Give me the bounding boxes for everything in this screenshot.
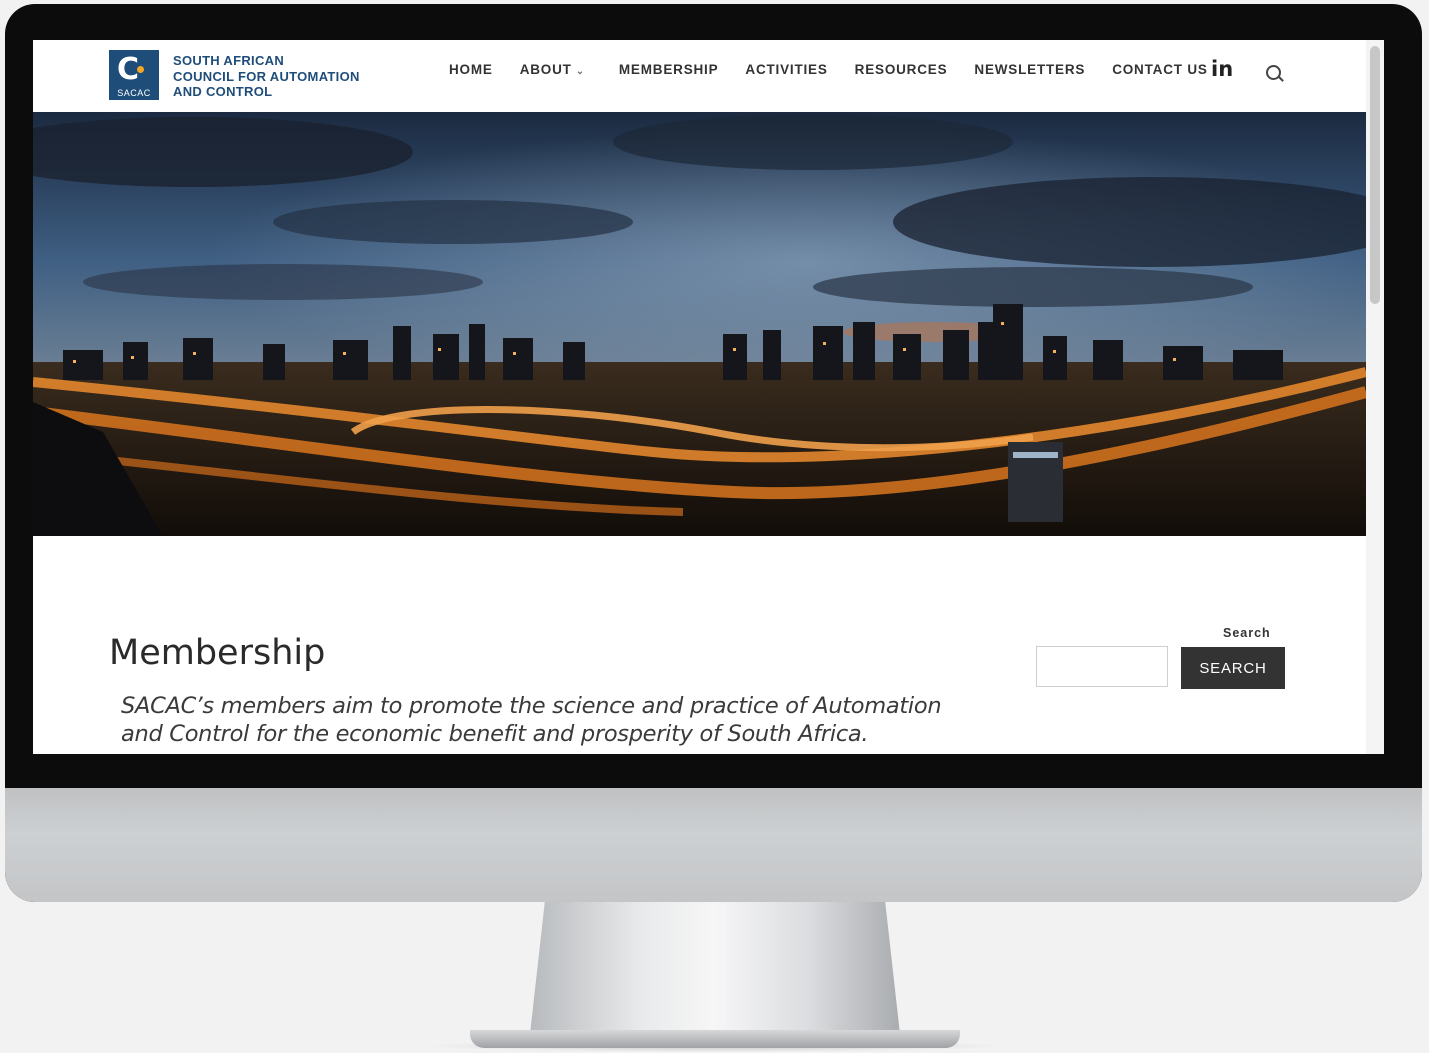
sidebar-search-input[interactable]: [1036, 646, 1168, 687]
nav-item-about-label: ABOUT: [519, 62, 572, 77]
page-title: Membership: [109, 633, 326, 673]
nav-item-resources[interactable]: RESOURCES: [855, 62, 948, 77]
monitor-chin: [5, 788, 1422, 902]
browser-screen: C SACAC SOUTH AFRICAN COUNCIL FOR AUTOMA…: [33, 40, 1384, 754]
site-logo[interactable]: C SACAC: [109, 50, 159, 100]
monitor-frame: C SACAC SOUTH AFRICAN COUNCIL FOR AUTOMA…: [5, 4, 1422, 902]
main-nav: HOME ABOUT ⌄ MEMBERSHIP ACTIVITIES RESOUR…: [449, 62, 1235, 77]
monitor-stand-base: [470, 1030, 960, 1048]
nav-item-home[interactable]: HOME: [449, 62, 493, 77]
monitor-stand-neck: [530, 902, 900, 1034]
sidebar-search-label: Search: [1223, 626, 1271, 640]
sidebar-search-button[interactable]: SEARCH: [1181, 647, 1285, 689]
nav-item-contact-us[interactable]: CONTACT US: [1112, 62, 1208, 77]
logo-line-2: COUNCIL FOR AUTOMATION: [173, 68, 360, 84]
logo-line-3: AND CONTROL: [173, 84, 273, 99]
nav-item-membership[interactable]: MEMBERSHIP: [619, 62, 719, 77]
logo-wordmark[interactable]: SOUTH AFRICAN COUNCIL FOR AUTOMATION AND…: [173, 53, 360, 100]
site-header: C SACAC SOUTH AFRICAN COUNCIL FOR AUTOMA…: [33, 40, 1366, 112]
logo-abbr: SACAC: [117, 88, 151, 98]
hero-image: [33, 112, 1366, 536]
membership-lead-text: SACAC’s members aim to promote the scien…: [121, 693, 942, 747]
nav-item-activities[interactable]: ACTIVITIES: [745, 62, 827, 77]
hero-banner: [33, 112, 1366, 536]
logo-dot: [137, 66, 144, 73]
page-scrollbar[interactable]: [1366, 40, 1384, 754]
logo-mark: C: [117, 52, 140, 87]
nav-item-newsletters[interactable]: NEWSLETTERS: [974, 62, 1085, 77]
scrollbar-thumb[interactable]: [1370, 46, 1380, 304]
search-icon[interactable]: [1266, 65, 1281, 80]
linkedin-icon[interactable]: in: [1211, 57, 1233, 81]
logo-line-1: SOUTH AFRICAN: [173, 53, 285, 68]
chevron-down-icon: ⌄: [575, 66, 585, 77]
nav-item-about[interactable]: ABOUT ⌄: [520, 62, 585, 77]
